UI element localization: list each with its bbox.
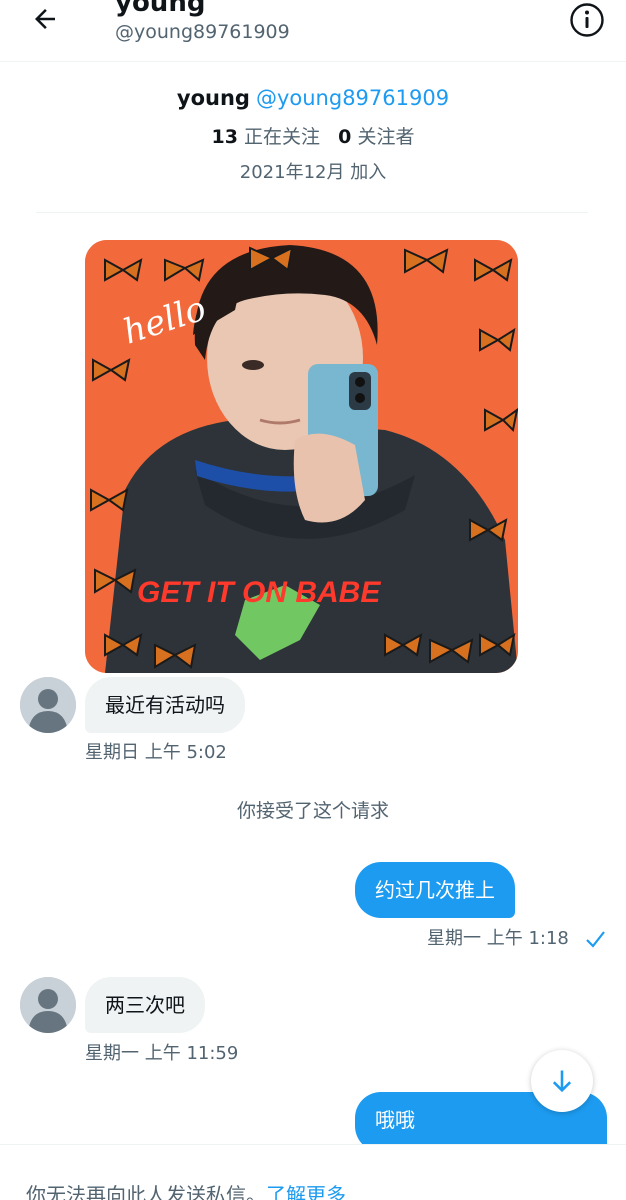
arrow-down-icon xyxy=(552,1070,572,1093)
following-stat[interactable]: 13 正在关注 xyxy=(212,126,321,148)
request-accepted-note: 你接受了这个请求 xyxy=(236,800,389,822)
dm-disabled-notice: 你无法再向此人发送私信。 xyxy=(26,1183,266,1200)
message-timestamp: 星期一 上午 1:18 xyxy=(427,928,569,949)
profile-summary: young @young89761909 13 正在关注 0 关注者 2021年1… xyxy=(0,84,626,186)
header-display-name[interactable]: young xyxy=(115,0,205,18)
message-bubble-outgoing[interactable]: 约过几次推上 xyxy=(355,862,515,918)
message-timestamp: 星期日 上午 5:02 xyxy=(85,742,227,763)
profile-handle[interactable]: @young89761909 xyxy=(256,86,449,110)
following-count: 13 xyxy=(211,126,238,148)
followers-label: 关注者 xyxy=(357,126,415,148)
header-handle: @young89761909 xyxy=(115,21,290,43)
arrow-left-icon xyxy=(35,9,55,29)
default-avatar-icon xyxy=(20,977,76,1033)
divider xyxy=(36,212,588,213)
photo-illustration: GET IT ON BABE hello xyxy=(85,240,518,673)
conversation-info-button[interactable] xyxy=(569,2,605,38)
learn-more-link[interactable]: 了解更多 xyxy=(266,1183,346,1200)
followers-stat[interactable]: 0 关注者 xyxy=(338,126,414,148)
default-avatar-icon xyxy=(20,677,76,733)
following-label: 正在关注 xyxy=(244,126,321,148)
photo-overlay-text: GET IT ON BABE xyxy=(137,576,381,609)
message-bubble-incoming[interactable]: 两三次吧 xyxy=(85,977,205,1033)
dm-conversation-screen: young @young89761909 young @young89761909… xyxy=(0,0,626,1200)
message-bubble-incoming[interactable]: 最近有活动吗 xyxy=(85,677,245,733)
avatar[interactable] xyxy=(20,677,76,733)
check-icon xyxy=(586,931,605,948)
conversation-header: young @young89761909 xyxy=(0,0,626,62)
followers-count: 0 xyxy=(338,126,352,148)
info-icon xyxy=(570,3,604,37)
shared-photo[interactable]: GET IT ON BABE hello xyxy=(85,240,518,673)
profile-display-name[interactable]: young xyxy=(177,86,250,110)
avatar[interactable] xyxy=(20,977,76,1033)
message-timestamp: 星期一 上午 11:59 xyxy=(85,1043,239,1064)
back-button[interactable] xyxy=(28,2,62,36)
dm-disabled-footer: 你无法再向此人发送私信。了解更多 xyxy=(0,1144,626,1200)
joined-date: 2021年12月 加入 xyxy=(239,162,387,183)
scroll-to-bottom-button[interactable] xyxy=(531,1050,593,1112)
